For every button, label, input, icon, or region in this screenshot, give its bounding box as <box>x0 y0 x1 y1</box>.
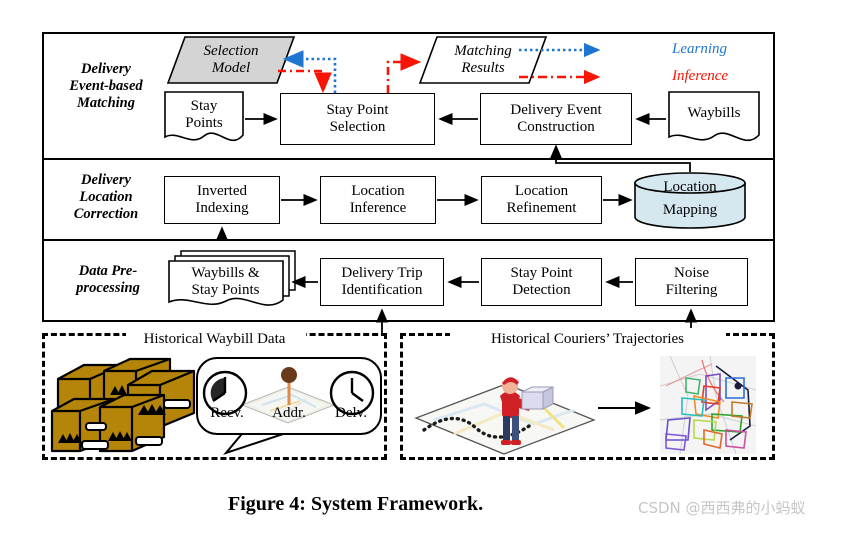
panel2-arrow <box>598 401 651 415</box>
node-label: Mapping <box>662 202 718 218</box>
node-label: Matching Results <box>454 43 512 76</box>
csdn-watermark: CSDN @西西弗的小蚂蚁 <box>638 499 806 517</box>
node-label: Location <box>663 179 717 195</box>
figure-root: Delivery Event-based Matching Selection … <box>0 0 859 535</box>
node-label: Selection Model <box>203 43 259 76</box>
figure-caption: Figure 4: System Framework. <box>228 493 484 515</box>
trajectory-map-icon <box>659 355 757 455</box>
